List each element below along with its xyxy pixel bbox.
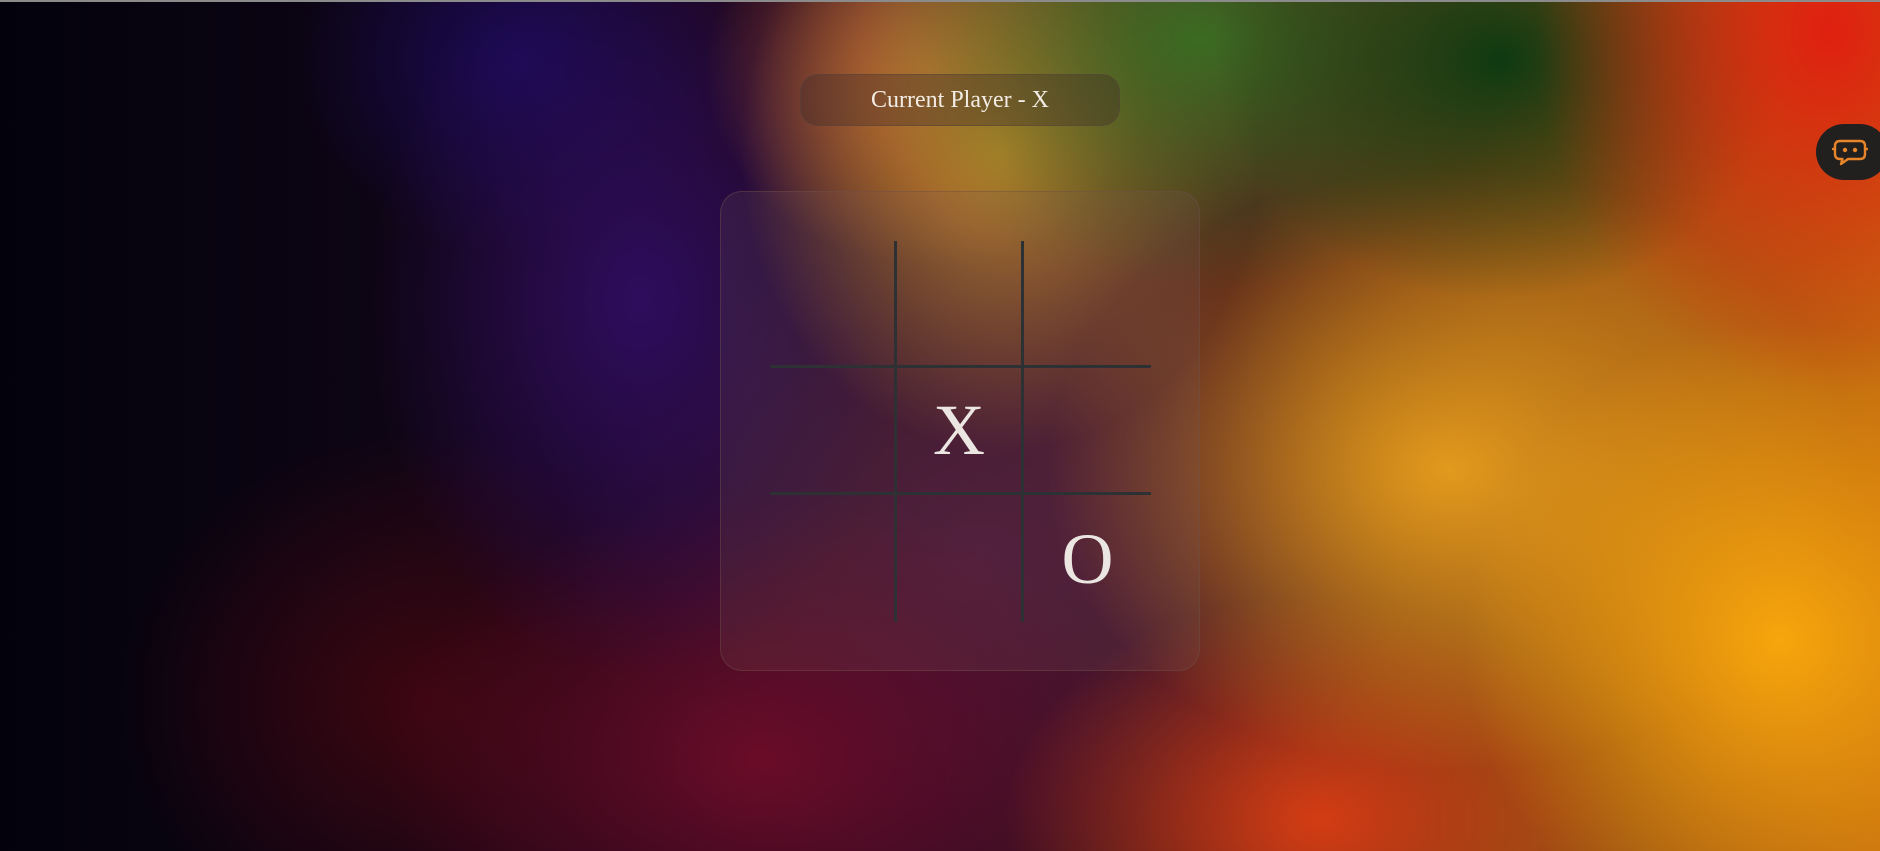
board-cell[interactable] (770, 495, 897, 622)
board-cell[interactable] (1024, 368, 1151, 495)
tic-tac-toe-board: X O (770, 241, 1151, 622)
current-player-status: Current Player - X (800, 74, 1120, 126)
assistant-chat-button[interactable] (1816, 124, 1880, 180)
board-cell[interactable]: O (1024, 495, 1151, 622)
current-player-label: Current Player - X (871, 86, 1049, 113)
top-border (0, 0, 1880, 2)
board-cell[interactable] (770, 241, 897, 368)
board-cell[interactable] (1024, 241, 1151, 368)
board-cell[interactable]: X (897, 368, 1024, 495)
board-cell[interactable] (770, 368, 897, 495)
game-board-card: X O (720, 191, 1200, 671)
board-cell[interactable] (897, 241, 1024, 368)
chatbot-icon (1832, 139, 1868, 166)
board-cell[interactable] (897, 495, 1024, 622)
